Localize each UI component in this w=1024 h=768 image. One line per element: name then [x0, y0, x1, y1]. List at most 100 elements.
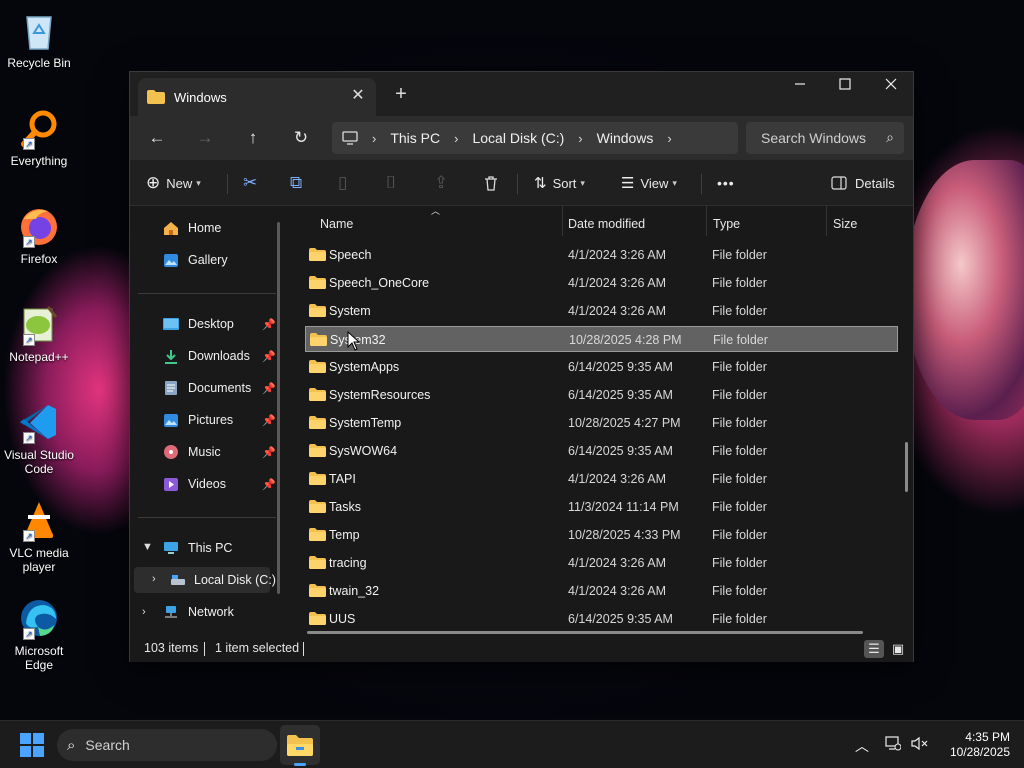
column-header-type[interactable]: Type [713, 212, 740, 236]
folder-icon [309, 556, 326, 569]
sidebar-item-network[interactable]: Network [144, 599, 276, 625]
sidebar-item-local-disk[interactable]: › Local Disk (C:) [134, 567, 276, 593]
close-tab-icon[interactable]: ✕ [348, 86, 368, 106]
vertical-scrollbar[interactable] [905, 442, 908, 492]
desktop-icon-edge[interactable]: ↗ Microsoft Edge [4, 596, 74, 672]
delete-button[interactable] [483, 169, 499, 197]
share-button[interactable]: ⇪ [434, 169, 454, 197]
column-divider[interactable] [562, 206, 563, 236]
maximize-button[interactable] [822, 72, 868, 102]
pin-icon[interactable]: 📌 [262, 478, 276, 491]
table-row[interactable]: SystemApps 6/14/2025 9:35 AM File folder [305, 354, 898, 380]
desktop-folder-icon [162, 316, 180, 332]
address-bar[interactable]: › This PC › Local Disk (C:) › Windows › [332, 122, 738, 154]
network-icon [162, 604, 180, 620]
paste-button[interactable]: ▯ [338, 169, 353, 197]
table-row[interactable]: SystemResources 6/14/2025 9:35 AM File fol… [305, 382, 898, 408]
breadcrumb-local-disk[interactable]: Local Disk (C:) [472, 130, 564, 146]
pin-icon[interactable]: 📌 [262, 414, 276, 427]
column-divider[interactable] [826, 206, 827, 236]
rename-button[interactable]: ⌷ [386, 169, 402, 197]
start-button[interactable] [20, 733, 44, 757]
sidebar-item-pictures[interactable]: Pictures 📌 [144, 407, 276, 433]
sidebar-scrollbar[interactable] [277, 222, 280, 594]
close-window-button[interactable] [868, 72, 914, 102]
table-row[interactable]: Temp 10/28/2025 4:33 PM File folder [305, 522, 898, 548]
copy-button[interactable]: ⧉ [290, 169, 308, 197]
column-header-date-modified[interactable]: Date modified [568, 212, 645, 236]
taskbar-file-explorer[interactable] [280, 725, 320, 765]
column-divider[interactable] [706, 206, 707, 236]
chevron-up-icon[interactable]: ︿ [855, 736, 869, 756]
pin-icon[interactable]: 📌 [262, 318, 276, 331]
desktop-icon-vscode[interactable]: ↗ Visual Studio Code [4, 400, 74, 476]
view-button[interactable]: ☰ View ▾ [621, 169, 677, 197]
more-options-button[interactable]: ••• [717, 169, 735, 197]
forward-button[interactable]: → [190, 124, 220, 152]
desktop-icon-firefox[interactable]: ↗ Firefox [4, 204, 74, 266]
sidebar-item-downloads[interactable]: Downloads 📌 [144, 343, 276, 369]
network-status-icon[interactable] [885, 736, 902, 754]
details-pane-button[interactable]: Details [831, 169, 895, 197]
file-date-modified: 6/14/2025 9:35 AM [568, 444, 673, 458]
sort-button[interactable]: ⇅ Sort ▾ [534, 169, 585, 197]
desktop-icon-everything[interactable]: ↗ Everything [4, 106, 74, 168]
chevron-right-icon[interactable]: › [667, 131, 671, 146]
new-tab-button[interactable]: + [388, 83, 414, 107]
back-button[interactable]: ← [142, 124, 172, 152]
breadcrumb-this-pc[interactable]: This PC [390, 130, 440, 146]
cut-button[interactable]: ✂ [243, 169, 263, 197]
table-row[interactable]: Speech 4/1/2024 3:26 AM File folder [305, 242, 898, 268]
downloads-folder-icon [162, 348, 180, 364]
pin-icon[interactable]: 📌 [262, 350, 276, 363]
pin-icon[interactable]: 📌 [262, 446, 276, 459]
new-button[interactable]: ⊕ New ▾ [146, 169, 201, 197]
system-clock[interactable]: 4:35 PM 10/28/2025 [940, 730, 1010, 760]
table-row[interactable]: SysWOW64 6/14/2025 9:35 AM File folder [305, 438, 898, 464]
search-input[interactable]: Search Windows ⌕ [746, 122, 904, 154]
table-row[interactable]: System 4/1/2024 3:26 AM File folder [305, 298, 898, 324]
sidebar-item-label: Home [188, 221, 222, 235]
rename-icon: ⌷ [386, 173, 397, 192]
table-row[interactable]: tracing 4/1/2024 3:26 AM File folder [305, 550, 898, 576]
desktop-icon-label: VLC media player [9, 546, 69, 574]
refresh-button[interactable]: ↻ [286, 124, 316, 152]
table-row[interactable]: System32 10/28/2025 4:28 PM File folder [305, 326, 898, 352]
sidebar-item-videos[interactable]: Videos 📌 [144, 471, 276, 497]
sidebar-item-this-pc[interactable]: This PC [144, 535, 276, 561]
tiles-view-button[interactable]: ▣ [888, 640, 908, 658]
table-row[interactable]: SystemTemp 10/28/2025 4:27 PM File folder [305, 410, 898, 436]
up-button[interactable]: ↑ [238, 124, 268, 152]
sidebar-item-documents[interactable]: Documents 📌 [144, 375, 276, 401]
volume-muted-icon[interactable] [911, 736, 929, 754]
tab-windows[interactable]: Windows ✕ [138, 78, 376, 116]
file-name: tracing [329, 556, 367, 570]
sidebar-item-music[interactable]: Music 📌 [144, 439, 276, 465]
pin-icon[interactable]: 📌 [262, 382, 276, 395]
breadcrumb-windows[interactable]: Windows [597, 130, 654, 146]
file-type: File folder [712, 360, 767, 374]
divider [138, 517, 276, 518]
sidebar-item-desktop[interactable]: Desktop 📌 [144, 311, 276, 337]
sidebar-item-home[interactable]: Home [144, 215, 276, 241]
sidebar-item-gallery[interactable]: Gallery [144, 247, 276, 273]
copy-icon: ⧉ [290, 173, 303, 192]
desktop-icon-label: Microsoft Edge [14, 644, 64, 672]
sidebar-item-label: Desktop [188, 317, 234, 331]
taskbar-search[interactable]: ⌕ Search [57, 729, 277, 761]
table-row[interactable]: Tasks 11/3/2024 11:14 PM File folder [305, 494, 898, 520]
column-header-size[interactable]: Size [833, 212, 857, 236]
videos-folder-icon [162, 476, 180, 492]
chevron-right-icon[interactable]: › [152, 573, 156, 585]
desktop-icon-recycle-bin[interactable]: Recycle Bin [4, 8, 74, 70]
table-row[interactable]: Speech_OneCore 4/1/2024 3:26 AM File folde… [305, 270, 898, 296]
column-header-name[interactable]: Name [320, 212, 353, 236]
table-row[interactable]: UUS 6/14/2025 9:35 AM File folder [305, 606, 898, 632]
minimize-button[interactable] [777, 72, 823, 102]
table-row[interactable]: TAPI 4/1/2024 3:26 AM File folder [305, 466, 898, 492]
details-view-button[interactable]: ☰ [864, 640, 884, 658]
share-icon: ⇪ [434, 173, 449, 192]
desktop-icon-notepad-plus-plus[interactable]: ↗ Notepad++ [4, 302, 74, 364]
table-row[interactable]: twain_32 4/1/2024 3:26 AM File folder [305, 578, 898, 604]
desktop-icon-vlc[interactable]: ↗ VLC media player [4, 498, 74, 574]
